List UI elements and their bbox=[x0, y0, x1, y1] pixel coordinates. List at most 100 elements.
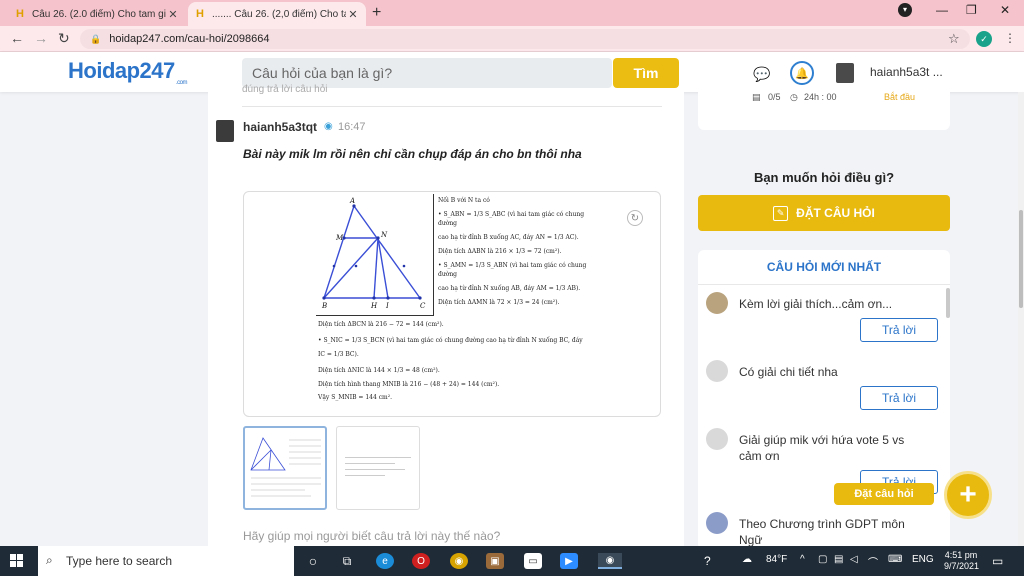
previous-answer-footer: đúng trả lời câu hỏi bbox=[242, 84, 328, 95]
solution-line: Diện tích ΔBCN là 216 − 72 = 144 (cm²). bbox=[318, 321, 444, 328]
point-label-n: N bbox=[380, 231, 388, 239]
solution-line: Diện tích ΔABN là 216 × 1/3 = 72 (cm²). bbox=[438, 248, 562, 255]
question-text[interactable]: Kèm lời giải thích...cảm ơn... bbox=[739, 296, 919, 312]
question-text[interactable]: Giải giúp mik với hứa vote 5 vs cảm ơn bbox=[739, 432, 919, 464]
point-label-i: I bbox=[385, 302, 389, 310]
point-label-c: C bbox=[420, 302, 426, 310]
zoom-icon[interactable]: ▶ bbox=[560, 553, 578, 569]
solution-line: • S_AMN = 1/3 S_ABN (vì hai tam giác có … bbox=[438, 262, 587, 278]
help-icon[interactable]: ? bbox=[704, 554, 711, 568]
cortana-icon[interactable]: ○ bbox=[304, 553, 322, 569]
close-tab-icon[interactable]: ✕ bbox=[346, 8, 360, 21]
divider bbox=[242, 106, 662, 107]
avatar[interactable] bbox=[706, 292, 728, 314]
edge-icon[interactable]: e bbox=[376, 553, 394, 569]
avatar[interactable] bbox=[706, 360, 728, 382]
windows-start-icon[interactable] bbox=[10, 554, 24, 568]
image-thumbnail-2[interactable] bbox=[336, 426, 420, 510]
notification-icon[interactable]: ▭ bbox=[992, 554, 1003, 568]
solution-text-bottom: Diện tích ΔBCN là 216 − 72 = 144 (cm²). … bbox=[318, 320, 590, 402]
user-avatar[interactable] bbox=[836, 63, 854, 83]
forward-icon[interactable]: → bbox=[34, 30, 48, 46]
add-question-fab[interactable]: + bbox=[944, 471, 992, 519]
header-username[interactable]: haianh5a3t ... bbox=[870, 65, 943, 79]
solution-line: Diện tích ΔAMN là 72 × 1/3 = 24 (cm²). bbox=[438, 299, 560, 306]
newest-questions-card: CÂU HỎI MỚI NHẤT Kèm lời giải thích...cả… bbox=[698, 250, 950, 550]
ask-title: Bạn muốn hỏi điều gì? bbox=[753, 170, 895, 185]
ask-button-label: ĐẶT CÂU HỎI bbox=[796, 206, 875, 220]
reload-icon[interactable]: ↻ bbox=[58, 30, 70, 47]
bookmark-star-icon[interactable]: ☆ bbox=[948, 31, 960, 47]
point-label-a: A bbox=[349, 197, 355, 205]
reply-button[interactable]: Trả lời bbox=[860, 386, 938, 410]
avatar[interactable] bbox=[706, 512, 728, 534]
chrome-active-icon[interactable]: ◉ bbox=[598, 553, 622, 569]
clock-date: 9/7/2021 bbox=[944, 561, 980, 571]
photos-icon[interactable]: ▣ bbox=[486, 553, 504, 569]
language-indicator[interactable]: ENG bbox=[912, 554, 934, 565]
triangle-figure: A M N B H I C bbox=[316, 194, 434, 316]
challenge-card: ▤ 0/5 ◷ 24h : 00 Bắt đầu bbox=[698, 92, 950, 130]
rotate-image-icon[interactable]: ↻ bbox=[627, 210, 643, 226]
opera-icon[interactable]: O bbox=[412, 553, 430, 569]
scrollbar-thumb[interactable] bbox=[1019, 210, 1023, 308]
question-text[interactable]: Theo Chương trình GDPT môn Ngữ bbox=[739, 516, 919, 548]
answer-image-viewer[interactable]: A M N B H I C Nối B với N ta có • S_ABN … bbox=[243, 191, 661, 417]
browser-tab-1[interactable]: H Câu 26. (2.0 điểm) Cho tam giác ✕ bbox=[8, 2, 186, 26]
search-button[interactable]: Tìm bbox=[613, 58, 679, 88]
minimize-icon[interactable]: — bbox=[936, 3, 948, 17]
tray-icon[interactable]: ▢ bbox=[818, 554, 827, 565]
wifi-icon[interactable]: ⌒ bbox=[868, 554, 878, 569]
tab-title: Câu 26. (2.0 điểm) Cho tam giác bbox=[32, 8, 166, 20]
back-icon[interactable]: ← bbox=[10, 30, 24, 46]
avatar[interactable] bbox=[216, 120, 234, 142]
tab-title: ....... Câu 26. (2,0 điểm) Cho tam bbox=[212, 8, 346, 20]
tab-search-icon[interactable]: ▾ bbox=[898, 3, 912, 17]
close-tab-icon[interactable]: ✕ bbox=[166, 8, 180, 21]
file-icon[interactable]: ▭ bbox=[524, 553, 542, 569]
thumbnail-line bbox=[345, 463, 395, 464]
solution-line: cao hạ từ đỉnh N xuống AB, đáy AM = 1/3 … bbox=[438, 285, 581, 292]
network-icon[interactable]: ▤ bbox=[834, 554, 843, 565]
chrome-icon[interactable]: ◉ bbox=[450, 553, 468, 569]
extension-icon[interactable]: ✓ bbox=[976, 31, 992, 47]
divider bbox=[698, 284, 950, 285]
solution-line: IC = 1/3 BC). bbox=[318, 351, 359, 358]
close-window-icon[interactable]: ✕ bbox=[1000, 3, 1010, 17]
site-logo[interactable]: Hoidap247 .com bbox=[68, 58, 188, 86]
answer-time: 16:47 bbox=[338, 121, 366, 133]
answer-username[interactable]: haianh5a3tqt bbox=[243, 120, 317, 134]
clock[interactable]: 4:51 pm 9/7/2021 bbox=[944, 550, 980, 572]
image-thumbnail-1[interactable] bbox=[243, 426, 327, 510]
weather-temp[interactable]: 84°F bbox=[766, 554, 787, 565]
question-text[interactable]: Có giải chi tiết nha bbox=[739, 364, 919, 380]
browser-tab-2[interactable]: H ....... Câu 26. (2,0 điểm) Cho tam ✕ bbox=[188, 2, 366, 26]
lock-icon: 🔒 bbox=[90, 33, 102, 44]
weather-icon[interactable]: ☁ bbox=[742, 554, 752, 565]
fab-label[interactable]: Đặt câu hỏi bbox=[834, 483, 934, 505]
chevron-up-icon[interactable]: ^ bbox=[800, 554, 805, 565]
start-link[interactable]: Bắt đầu bbox=[884, 92, 915, 102]
bell-icon[interactable]: 🔔 bbox=[790, 61, 814, 85]
chat-icon[interactable]: 💬 bbox=[752, 64, 772, 84]
new-tab-icon[interactable]: + bbox=[372, 4, 381, 22]
clock-time: 4:51 pm bbox=[944, 550, 978, 560]
keyboard-icon[interactable]: ⌨ bbox=[888, 554, 902, 565]
url-field[interactable]: 🔒 hoidap247.com/cau-hoi/2098664 bbox=[80, 29, 970, 49]
browser-menu-icon[interactable]: ⋮ bbox=[1004, 31, 1016, 45]
avatar[interactable] bbox=[706, 428, 728, 450]
taskbar: ⌕ Type here to search ○ ⧉ e O ◉ ▣ ▭ ▶ ◉ … bbox=[0, 546, 1024, 576]
page-scrollbar[interactable] bbox=[1018, 92, 1024, 546]
ask-question-button[interactable]: ✎ ĐẶT CÂU HỎI bbox=[698, 195, 950, 231]
volume-icon[interactable]: ◁ bbox=[850, 554, 858, 565]
restore-icon[interactable]: ❐ bbox=[966, 3, 977, 17]
sidebar-scrollbar[interactable] bbox=[946, 288, 950, 318]
reply-button[interactable]: Trả lời bbox=[860, 318, 938, 342]
address-bar-row: ← → ↻ 🔒 hoidap247.com/cau-hoi/2098664 ☆ … bbox=[0, 26, 1024, 52]
solution-line: • S_ABN = 1/3 S_ABC (vì hai tam giác có … bbox=[438, 211, 585, 227]
taskbar-search-input[interactable]: ⌕ Type here to search bbox=[38, 546, 294, 576]
site-header: Hoidap247 .com Câu hỏi của bạn là gì? Tì… bbox=[0, 52, 1024, 92]
task-view-icon[interactable]: ⧉ bbox=[338, 553, 356, 569]
search-icon: ⌕ bbox=[46, 553, 53, 567]
solution-line: Diện tích hình thang MNIB là 216 − (48 +… bbox=[318, 381, 500, 388]
